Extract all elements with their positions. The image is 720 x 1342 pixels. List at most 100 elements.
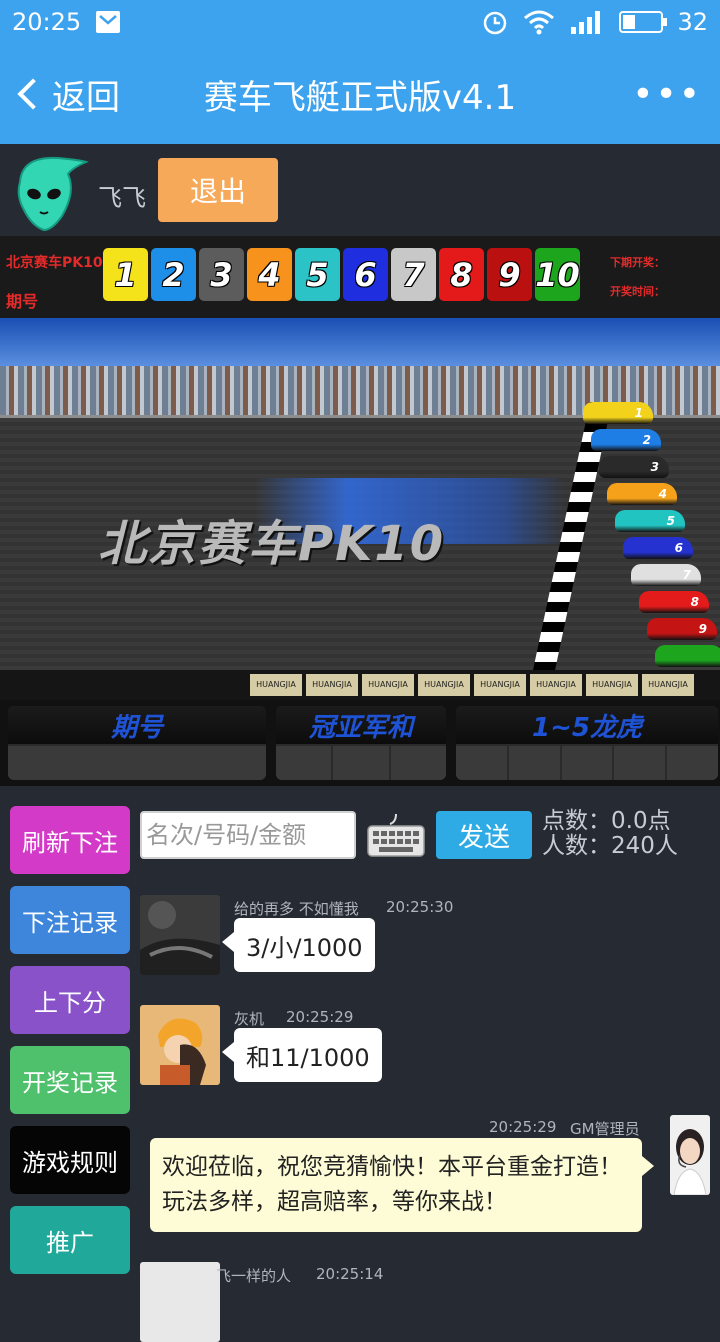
- result-ball: 9: [487, 248, 532, 301]
- alarm-icon: [484, 11, 507, 35]
- sum-cell: [276, 746, 332, 780]
- user-row: 飞飞 退出: [0, 144, 720, 236]
- status-time: 20:25: [12, 8, 82, 36]
- result-ball: 6: [343, 248, 388, 301]
- refresh-bet-button[interactable]: 刷新下注: [10, 806, 130, 874]
- draw-time-label: 开奖时间：: [610, 285, 665, 298]
- stats-panel: 点数：0.0点 人数：240人: [542, 809, 678, 859]
- result-ball: 2: [151, 248, 196, 301]
- result-ball: 4: [247, 248, 292, 301]
- avatar[interactable]: [140, 895, 220, 975]
- message-text: 欢迎莅临，祝您竞猜愉快！本平台重金打造！玩法多样，超高赔率，等你来战！: [162, 1154, 622, 1215]
- points-stat: 点数：0.0点: [542, 808, 671, 834]
- sender-name: 灰机: [234, 1010, 265, 1028]
- dragon-tiger-box: 1~5龙虎: [456, 706, 718, 780]
- sponsor-banner: HUANGJIA: [530, 674, 582, 696]
- promote-button[interactable]: 推广: [10, 1206, 130, 1274]
- bet-input[interactable]: [140, 811, 356, 859]
- result-balls: 1 2 3 4 5 6 7 8 9 10: [103, 248, 580, 301]
- race-track: 北京赛车PK10 123456789 HUANGJIA HUANGJIA HUANG…: [0, 318, 720, 700]
- sponsor-banner: HUANGJIA: [250, 674, 302, 696]
- dragon-tiger-cell: [508, 746, 560, 780]
- dragon-tiger-cell: [614, 746, 666, 780]
- sponsor-banner: HUANGJIA: [586, 674, 638, 696]
- people-stat: 人数：240人: [542, 833, 678, 859]
- track-sky: [0, 318, 720, 366]
- bet-record-button[interactable]: 下注记录: [10, 886, 130, 954]
- sender-name: 给的再多 不如懂我: [234, 900, 359, 918]
- title-bar: 返回 赛车飞艇正式版v4.1 •••: [0, 44, 720, 144]
- dragon-tiger-cell: [561, 746, 613, 780]
- champion-sum-box: 冠亚军和: [276, 706, 446, 780]
- race-car: 4: [607, 483, 677, 505]
- pk10-result-bar: 北京赛车PK10 期号 1 2 3 4 5 6 7 8 9 10 下期开奖： 开奖时间：: [0, 236, 720, 318]
- battery-level: 32: [677, 8, 708, 36]
- race-car: 6: [623, 537, 693, 559]
- signal-icon: [571, 11, 601, 34]
- sender-name: 飞一样的人: [216, 1267, 292, 1285]
- back-label: 返回: [52, 77, 120, 118]
- next-draw-label: 下期开奖：: [610, 256, 665, 269]
- track-bottom-strip: HUANGJIA HUANGJIA HUANGJIA HUANGJIA HUANGJIA…: [0, 670, 720, 700]
- status-bar: 20:25 32: [0, 0, 720, 44]
- avatar[interactable]: [140, 1005, 220, 1085]
- message-bubble: 欢迎莅临，祝您竞猜愉快！本平台重金打造！玩法多样，超高赔率，等你来战！: [150, 1138, 654, 1232]
- sponsor-banner: HUANGJIA: [418, 674, 470, 696]
- points-button[interactable]: 上下分: [10, 966, 130, 1034]
- message-time: 20:25:29: [286, 1008, 354, 1026]
- sender-name: GM管理员: [570, 1120, 640, 1138]
- message-time: 20:25:14: [316, 1265, 384, 1283]
- result-ball: 10: [535, 248, 580, 301]
- message-text: 3/小/1000: [246, 933, 363, 962]
- username: 飞飞: [98, 184, 146, 212]
- back-button[interactable]: 返回: [14, 70, 120, 119]
- message-time: 20:25:29: [489, 1118, 557, 1136]
- message-time: 20:25:30: [386, 898, 454, 916]
- dragon-tiger-header: 1~5龙虎: [456, 706, 718, 744]
- wifi-icon: [524, 10, 555, 35]
- period-box: 期号: [8, 706, 266, 780]
- more-options-button[interactable]: •••: [632, 74, 702, 115]
- result-ball: 3: [199, 248, 244, 301]
- dragon-tiger-cell: [667, 746, 718, 780]
- champion-sum-header: 冠亚军和: [276, 706, 446, 744]
- message-bubble: 3/小/1000: [222, 918, 375, 972]
- message-bubble: 和11/1000: [222, 1028, 382, 1082]
- result-ball: 7: [391, 248, 436, 301]
- logout-button[interactable]: 退出: [158, 158, 278, 222]
- race-car: 9: [647, 618, 717, 640]
- result-ball: 8: [439, 248, 484, 301]
- draw-record-button[interactable]: 开奖记录: [10, 1046, 130, 1114]
- admin-avatar[interactable]: [670, 1115, 710, 1195]
- race-car: 1: [583, 402, 653, 424]
- game-rules-button[interactable]: 游戏规则: [10, 1126, 130, 1194]
- sponsor-banner: HUANGJIA: [474, 674, 526, 696]
- race-car: 5: [615, 510, 685, 532]
- race-car: [655, 645, 720, 667]
- mail-icon: [96, 11, 121, 33]
- chevron-left-icon: [17, 78, 49, 110]
- race-car: 2: [591, 429, 661, 451]
- period-header: 期号: [8, 706, 266, 744]
- result-ball: 1: [103, 248, 148, 301]
- period-info-panel: 期号 冠亚军和 1~5龙虎: [0, 700, 720, 786]
- dragon-tiger-cell: [456, 746, 507, 780]
- sponsor-banner: HUANGJIA: [362, 674, 414, 696]
- keyboard-icon[interactable]: [366, 812, 426, 858]
- alien-avatar-icon: [17, 156, 89, 232]
- sponsor-strip: HUANGJIA HUANGJIA HUANGJIA HUANGJIA HUANGJIA…: [250, 674, 694, 696]
- game-label: 北京赛车PK10: [6, 255, 103, 271]
- race-car: 3: [599, 456, 669, 478]
- send-button[interactable]: 发送: [436, 811, 532, 859]
- race-car: 8: [639, 591, 709, 613]
- race-car: 7: [631, 564, 701, 586]
- battery-icon: [619, 11, 668, 33]
- period-label: 期号: [6, 292, 39, 311]
- avatar[interactable]: [140, 1262, 220, 1342]
- message-text: 和11/1000: [246, 1043, 370, 1072]
- sponsor-banner: HUANGJIA: [306, 674, 358, 696]
- period-cell: [8, 746, 266, 780]
- sponsor-banner: HUANGJIA: [642, 674, 694, 696]
- result-ball: 5: [295, 248, 340, 301]
- sum-cell: [333, 746, 389, 780]
